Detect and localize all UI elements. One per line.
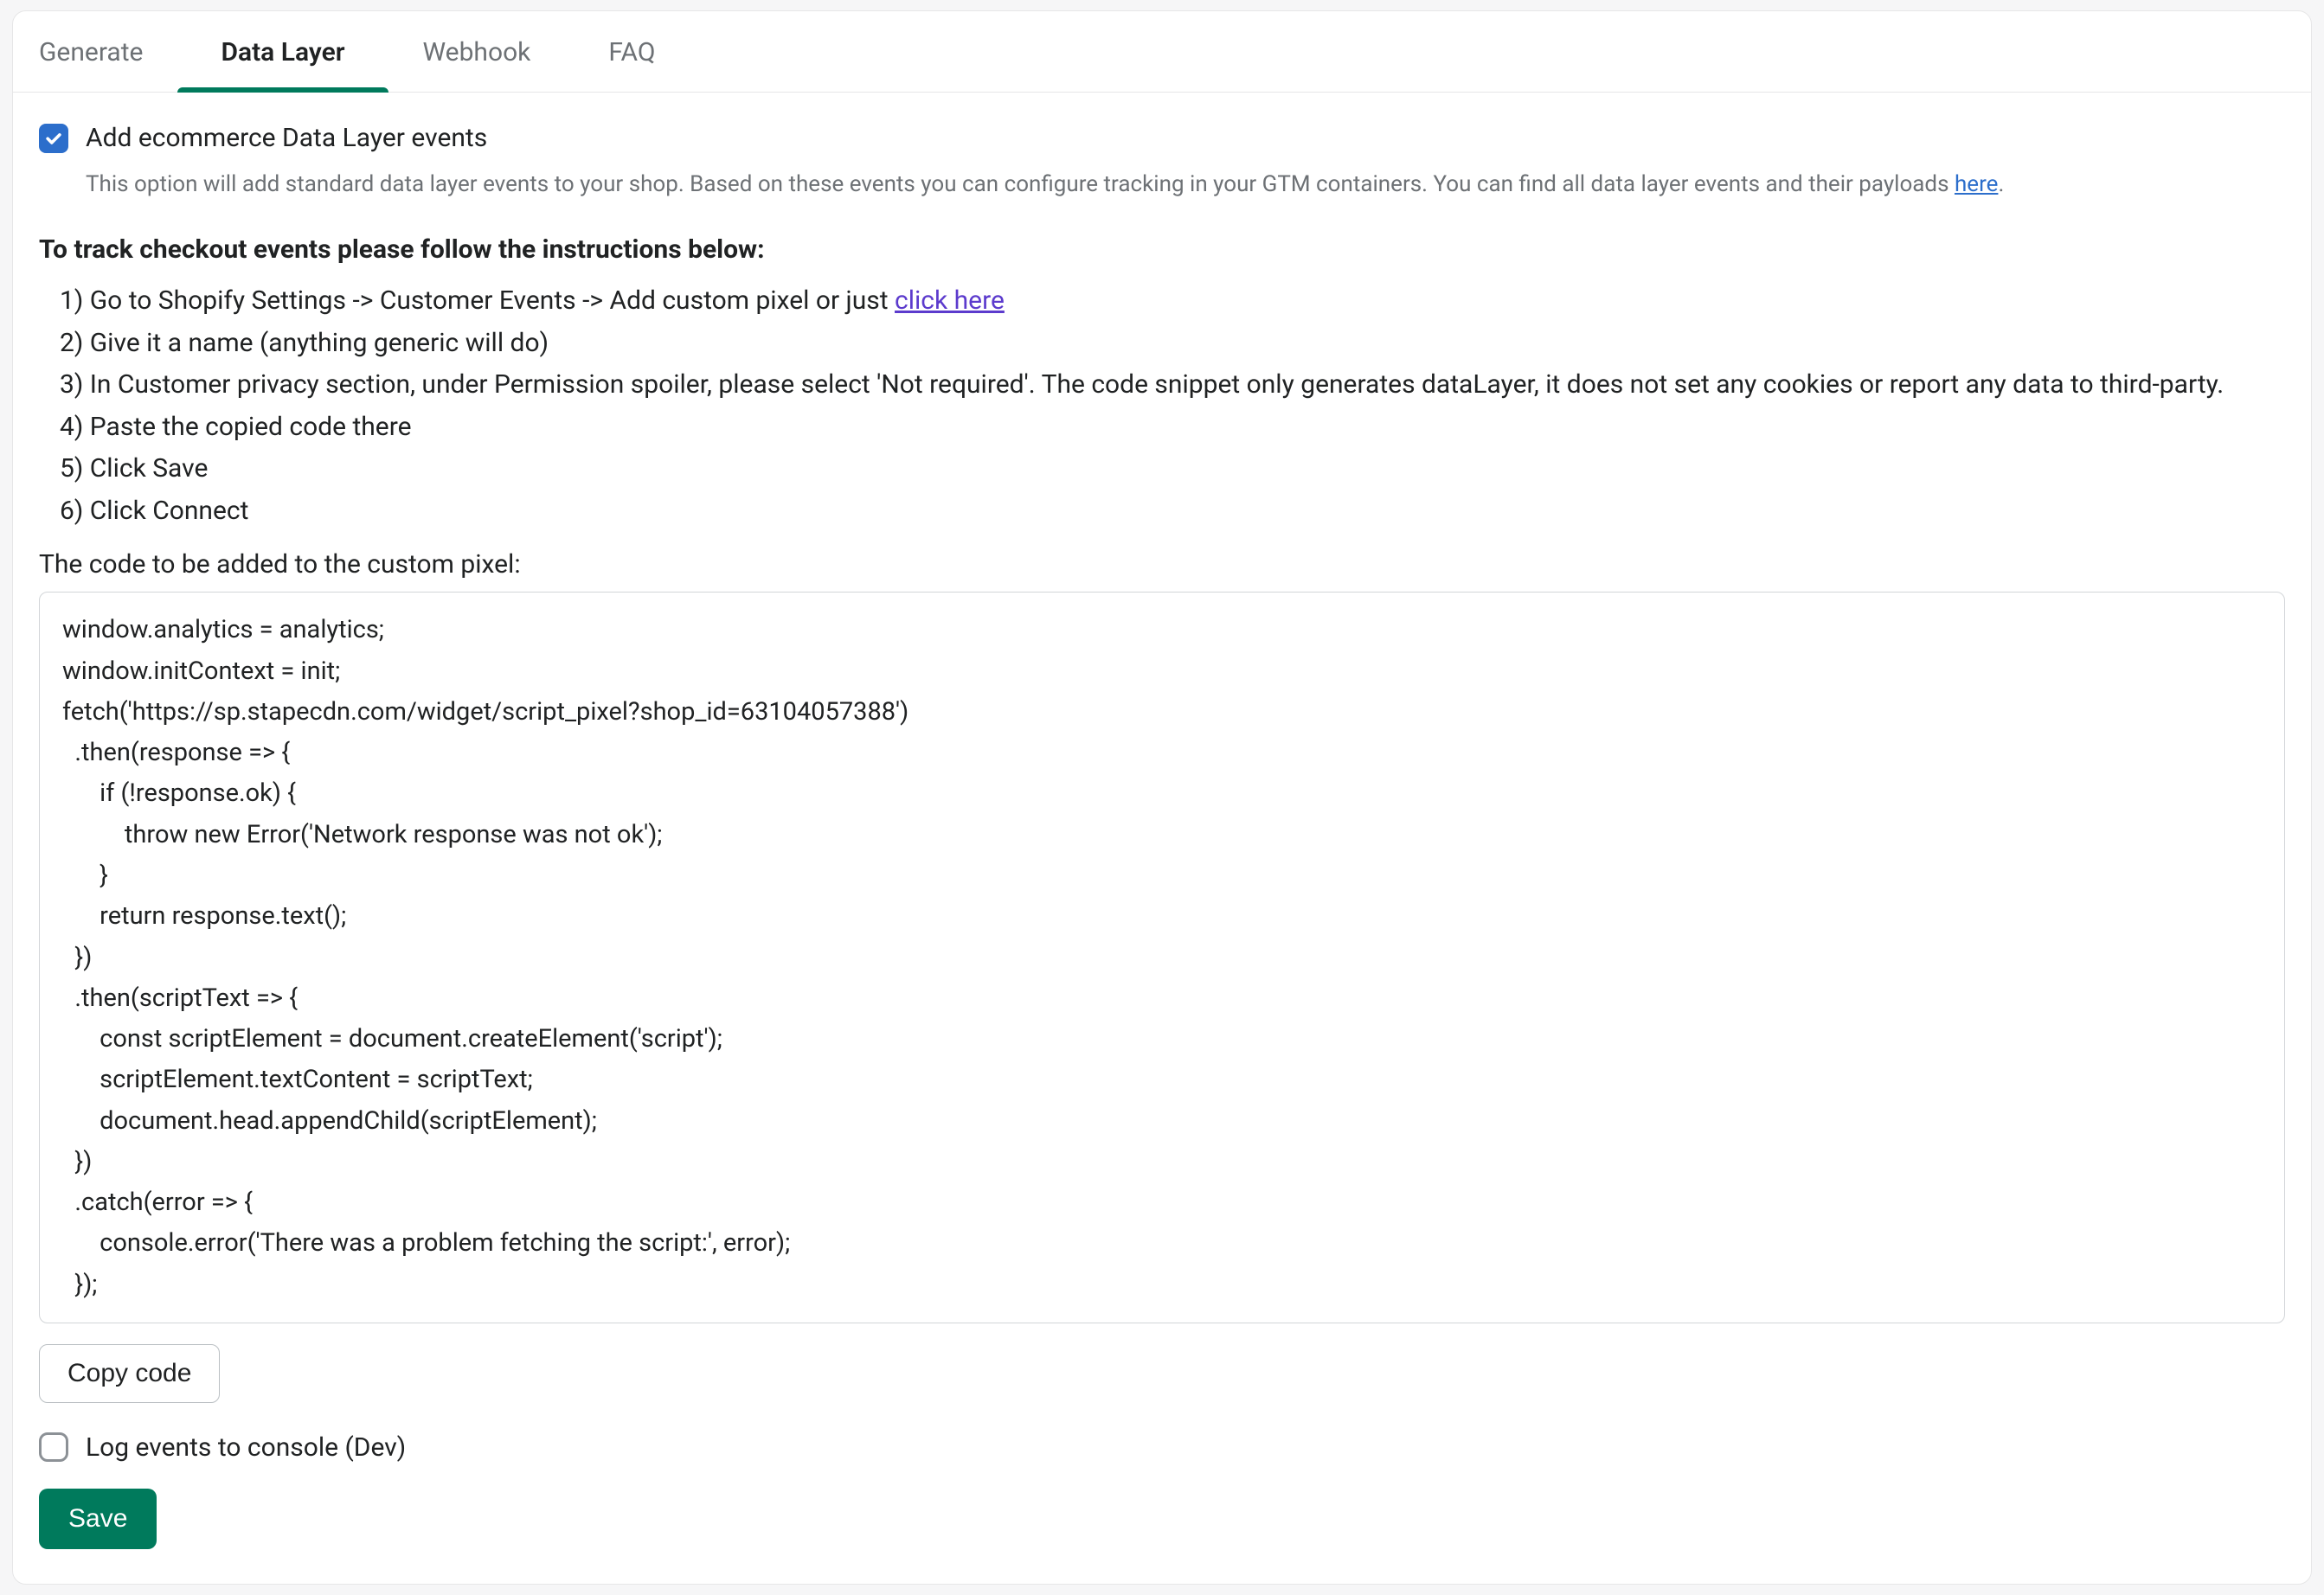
save-button[interactable]: Save [39, 1489, 157, 1549]
tab-data-layer[interactable]: Data Layer [212, 11, 353, 92]
tab-faq[interactable]: FAQ [600, 11, 664, 92]
instruction-text: 2) Give it a name (anything generic will… [60, 328, 549, 358]
instruction-text: 1) Go to Shopify Settings -> Customer Ev… [60, 285, 895, 316]
add-ecommerce-events-checkbox[interactable] [39, 124, 68, 153]
instruction-item: 2) Give it a name (anything generic will… [60, 326, 2285, 362]
instruction-text: 5) Click Save [60, 453, 208, 484]
tab-bar: Generate Data Layer Webhook FAQ [13, 11, 2311, 93]
code-label: The code to be added to the custom pixel… [39, 549, 2285, 580]
helper-link-here[interactable]: here [1955, 171, 1998, 197]
log-events-checkbox[interactable] [39, 1432, 68, 1462]
helper-pre: This option will add standard data layer… [86, 171, 1955, 197]
instructions-title: To track checkout events please follow t… [39, 234, 2285, 265]
instruction-text: 4) Paste the copied code there [60, 412, 412, 442]
helper-post: . [1998, 171, 2004, 197]
tab-webhook[interactable]: Webhook [414, 11, 540, 92]
instruction-item: 4) Paste the copied code there [60, 410, 2285, 445]
settings-card: Generate Data Layer Webhook FAQ Add ecom… [12, 10, 2312, 1585]
log-events-row: Log events to console (Dev) [39, 1432, 2285, 1463]
copy-code-button[interactable]: Copy code [39, 1344, 220, 1403]
instruction-text: 6) Click Connect [60, 496, 248, 526]
log-events-label: Log events to console (Dev) [86, 1432, 406, 1463]
instructions-list: 1) Go to Shopify Settings -> Customer Ev… [60, 284, 2285, 528]
tab-content: Add ecommerce Data Layer events This opt… [13, 93, 2311, 1584]
add-ecommerce-events-label: Add ecommerce Data Layer events [86, 123, 487, 153]
tab-generate[interactable]: Generate [30, 11, 151, 92]
code-snippet[interactable]: window.analytics = analytics; window.ini… [39, 592, 2285, 1323]
helper-text: This option will add standard data layer… [86, 169, 2285, 200]
add-ecommerce-events-row: Add ecommerce Data Layer events [39, 123, 2285, 153]
check-icon [44, 129, 63, 148]
click-here-link[interactable]: click here [895, 285, 1005, 316]
instruction-item: 3) In Customer privacy section, under Pe… [60, 368, 2285, 403]
instruction-text: 3) In Customer privacy section, under Pe… [60, 369, 2224, 400]
instruction-item: 1) Go to Shopify Settings -> Customer Ev… [60, 284, 2285, 319]
instruction-item: 6) Click Connect [60, 494, 2285, 529]
instruction-item: 5) Click Save [60, 452, 2285, 487]
